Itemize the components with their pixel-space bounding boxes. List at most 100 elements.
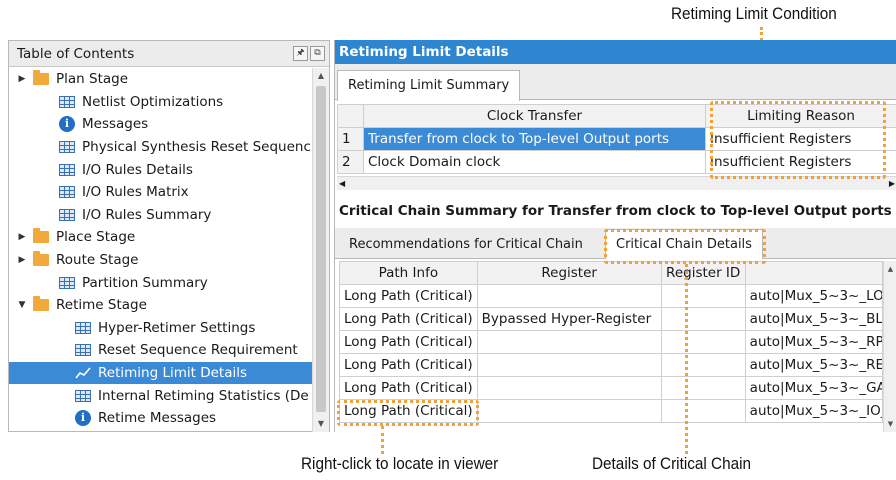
toc-tree: ▶ Plan Stage Netlist Optimizations i Message… [9, 68, 313, 432]
toc-item-label: Reset Sequence Requirement [98, 342, 298, 359]
table-row[interactable]: Long Path (Critical) auto|Mux_5~3~_IO_ [339, 399, 884, 423]
chain-col-name[interactable] [744, 261, 884, 285]
tab-critical-chain-details[interactable]: Critical Chain Details [605, 229, 763, 259]
name-cell[interactable]: auto|Mux_5~3~_LO [744, 284, 884, 308]
table-icon [59, 95, 75, 108]
tab-recommendations[interactable]: Recommendations for Critical Chain [339, 230, 593, 260]
collapse-arrow-icon[interactable]: ▶ [15, 232, 29, 242]
toc-item[interactable]: ▶ Place Stage [9, 226, 313, 249]
register-cell[interactable] [476, 376, 662, 400]
table-row[interactable]: Long Path (Critical) auto|Mux_5~3~_RP [339, 330, 884, 354]
toc-item[interactable]: Netlist Optimizations [9, 91, 313, 114]
register-cell[interactable] [476, 284, 662, 308]
path-info-cell[interactable]: Long Path (Critical) [339, 353, 478, 377]
tab-retiming-limit-summary[interactable]: Retiming Limit Summary [337, 70, 521, 101]
toc-item[interactable]: Hyper-Retimer Settings [9, 317, 313, 340]
clock-transfer-cell[interactable]: Clock Domain clock [363, 150, 706, 174]
register-cell[interactable] [476, 330, 662, 354]
restore-icon[interactable]: ⧉ [310, 46, 325, 61]
callout-line-right-click [381, 426, 384, 454]
table-row[interactable]: Long Path (Critical) Bypassed Hyper-Regis… [339, 307, 884, 331]
limiting-reason-cell[interactable]: Insufficient Registers [705, 150, 896, 174]
toc-item[interactable]: I/O Rules Details [9, 158, 313, 181]
chain-col-path-info[interactable]: Path Info [339, 261, 478, 285]
toc-item[interactable]: Partition Summary [9, 271, 313, 294]
toc-item-label: Physical Synthesis Reset Sequenc [82, 139, 311, 156]
summary-col-rownum [337, 104, 364, 128]
summary-hscrollbar[interactable]: ◀ ▶ [337, 176, 896, 190]
toc-item[interactable]: Reset Sequence Requirement [9, 339, 313, 362]
table-icon [59, 276, 75, 289]
toc-item[interactable]: I/O Rules Matrix [9, 181, 313, 204]
register-id-cell[interactable] [660, 284, 746, 308]
path-info-cell[interactable]: Long Path (Critical) [339, 376, 478, 400]
pin-icon[interactable]: 🖈 [293, 46, 308, 61]
summary-col-clock-transfer[interactable]: Clock Transfer [363, 104, 706, 128]
name-cell[interactable]: auto|Mux_5~3~_GA [744, 376, 884, 400]
table-icon [59, 141, 75, 154]
path-info-cell[interactable]: Long Path (Critical) [339, 284, 478, 308]
register-id-cell[interactable] [660, 376, 746, 400]
toc-item-label: Internal Retiming Statistics (De [98, 387, 309, 404]
clock-transfer-cell[interactable]: Transfer from clock to Top-level Output … [363, 127, 706, 151]
toc-item-label: Retiming Limit Details [98, 365, 248, 382]
toc-item[interactable]: I/O Rules Summary [9, 204, 313, 227]
scroll-down-icon[interactable]: ▼ [313, 416, 329, 432]
toc-item[interactable]: ▶ Route Stage [9, 249, 313, 272]
name-cell[interactable]: auto|Mux_5~3~_BL [744, 307, 884, 331]
toc-item[interactable]: ▶ Plan Stage [9, 68, 313, 91]
retiming-limit-details-panel: Retiming Limit Details Retiming Limit Su… [334, 40, 896, 432]
toc-item-label: Netlist Optimizations [82, 93, 224, 110]
name-cell[interactable]: auto|Mux_5~3~_RE [744, 353, 884, 377]
register-id-cell[interactable] [660, 330, 746, 354]
toc-item[interactable]: Retiming Limit Details [9, 361, 313, 385]
scroll-thumb[interactable] [316, 86, 326, 412]
path-info-cell[interactable]: Long Path (Critical) [339, 399, 478, 423]
table-row[interactable]: 2 Clock Domain clock Insufficient Regist… [337, 150, 896, 174]
register-id-cell[interactable] [660, 399, 746, 423]
collapse-arrow-icon[interactable]: ▶ [15, 255, 29, 265]
toc-item-label: Hyper-Retimer Settings [98, 319, 256, 336]
callout-retiming-limit-condition: Retiming Limit Condition [671, 4, 837, 23]
register-cell[interactable] [476, 399, 662, 423]
toc-item[interactable]: i Messages [9, 113, 313, 136]
name-cell[interactable]: auto|Mux_5~3~_IO_ [744, 399, 884, 423]
critical-chain-table: Path Info Register Register ID Long Path… [339, 261, 884, 423]
collapse-arrow-icon[interactable]: ▶ [15, 74, 29, 84]
toc-item[interactable]: Internal Retiming Statistics (De [9, 384, 313, 407]
table-row[interactable]: Long Path (Critical) auto|Mux_5~3~_LO [339, 284, 884, 308]
toc-item-label: Partition Summary [82, 274, 208, 291]
callout-line-details [685, 264, 688, 454]
summary-tabbar: Retiming Limit Summary [335, 64, 896, 101]
summary-col-limiting-reason[interactable]: Limiting Reason [705, 104, 896, 128]
scroll-right-icon[interactable]: ▶ [889, 177, 895, 190]
register-cell[interactable] [476, 353, 662, 377]
toc-item-label: I/O Rules Summary [82, 206, 212, 223]
chain-col-register-id[interactable]: Register ID [660, 261, 746, 285]
register-id-cell[interactable] [660, 307, 746, 331]
register-id-cell[interactable] [660, 353, 746, 377]
scroll-up-icon[interactable]: ▲ [884, 261, 896, 277]
table-of-contents-panel: Table of Contents 🖈 ⧉ ▶ Plan Stage Netlist… [8, 40, 330, 432]
scroll-down-icon[interactable]: ▼ [884, 416, 896, 432]
name-cell[interactable]: auto|Mux_5~3~_RP [744, 330, 884, 354]
toc-item[interactable]: Physical Synthesis Reset Sequenc [9, 136, 313, 159]
toc-scrollbar[interactable]: ▲ ▼ [312, 68, 329, 432]
register-cell[interactable]: Bypassed Hyper-Register [476, 307, 662, 331]
toc-item-label: Place Stage [56, 229, 136, 246]
chain-vscrollbar[interactable]: ▲ ▼ [883, 261, 896, 432]
path-info-cell[interactable]: Long Path (Critical) [339, 330, 478, 354]
chain-col-register[interactable]: Register [476, 261, 662, 285]
table-row[interactable]: Long Path (Critical) auto|Mux_5~3~_GA [339, 376, 884, 400]
table-row[interactable]: Long Path (Critical) auto|Mux_5~3~_RE [339, 353, 884, 377]
scroll-up-icon[interactable]: ▲ [313, 68, 329, 84]
folder-icon [33, 70, 49, 86]
scroll-left-icon[interactable]: ◀ [339, 177, 345, 190]
toc-item[interactable]: ▼ Retime Stage [9, 294, 313, 317]
toc-item[interactable]: i Retime Messages [9, 407, 313, 430]
table-row[interactable]: 1 Transfer from clock to Top-level Outpu… [337, 127, 896, 151]
limiting-reason-cell[interactable]: Insufficient Registers [705, 127, 896, 151]
expand-arrow-icon[interactable]: ▼ [15, 300, 29, 310]
folder-open-icon [33, 296, 49, 312]
path-info-cell[interactable]: Long Path (Critical) [339, 307, 478, 331]
